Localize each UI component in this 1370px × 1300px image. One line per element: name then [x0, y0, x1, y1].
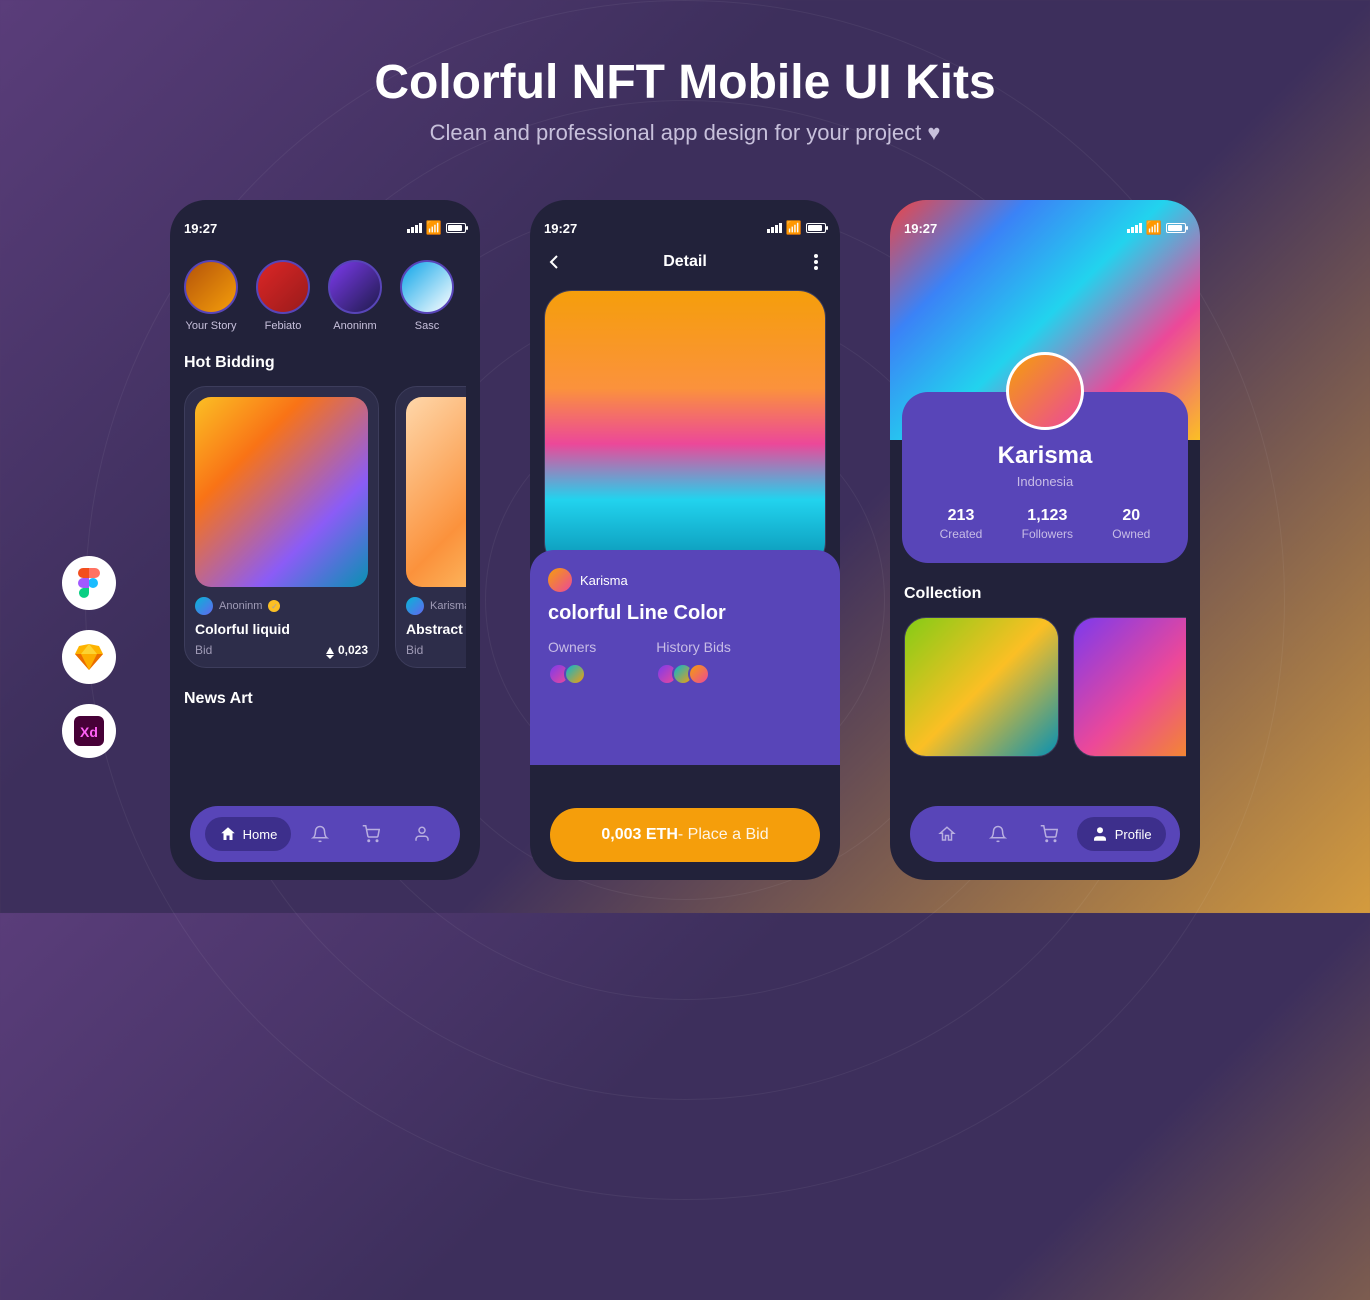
story-item[interactable]: Your Story — [184, 260, 238, 332]
nav-home[interactable]: Home — [205, 817, 292, 851]
status-time: 19:27 — [544, 221, 577, 236]
stat-label: Followers — [1022, 527, 1073, 541]
story-label: Febiato — [265, 320, 302, 332]
news-art-title: News Art — [184, 690, 466, 708]
bottom-nav: Profile — [910, 806, 1180, 862]
status-icons: 📶 — [407, 220, 466, 236]
place-bid-button[interactable]: 0,003 ETH - Place a Bid — [550, 808, 820, 862]
profile-location: Indonesia — [920, 474, 1170, 489]
stat-number: 213 — [940, 507, 983, 525]
phone-profile: 19:27 📶 Karisma Indonesia 213 Created 1,1… — [890, 200, 1200, 880]
nft-image — [195, 397, 368, 587]
nft-card[interactable]: Anoninm ✓ Colorful liquid Bid 0,023 — [184, 386, 379, 668]
avatar-icon — [406, 597, 424, 615]
sketch-icon — [62, 630, 116, 684]
story-label: Your Story — [186, 320, 237, 332]
more-button[interactable] — [806, 252, 826, 272]
nav-cart[interactable] — [1026, 817, 1072, 851]
nav-cart[interactable] — [348, 817, 394, 851]
collection-item[interactable] — [904, 617, 1059, 757]
collection-item[interactable] — [1073, 617, 1186, 757]
owners-avatars[interactable] — [548, 663, 596, 685]
phone-detail: 19:27 📶 Detail Karisma colorful Line Col… — [530, 200, 840, 880]
phone-home: 19:27 📶 Your Story Febiato Anoninm Sasc … — [170, 200, 480, 880]
hot-bidding-title: Hot Bidding — [184, 354, 466, 372]
owners-label: Owners — [548, 639, 596, 655]
battery-icon — [446, 223, 466, 233]
nav-notifications[interactable] — [975, 817, 1021, 851]
stat-followers[interactable]: 1,123 Followers — [1022, 507, 1073, 541]
battery-icon — [806, 223, 826, 233]
stat-created[interactable]: 213 Created — [940, 507, 983, 541]
stat-owned[interactable]: 20 Owned — [1112, 507, 1150, 541]
history-avatars[interactable] — [656, 663, 731, 685]
story-item[interactable]: Anoninm — [328, 260, 382, 332]
nav-notifications[interactable] — [297, 817, 343, 851]
bid-price: 0,003 ETH — [601, 826, 677, 844]
verified-icon: ✓ — [268, 600, 280, 612]
bid-value: 0,023 — [338, 643, 368, 657]
nav-label: Home — [243, 827, 278, 842]
avatar-icon — [195, 597, 213, 615]
status-icons: 📶 — [767, 220, 826, 236]
profile-name: Karisma — [920, 442, 1170, 470]
avatar-icon — [548, 568, 572, 592]
back-button[interactable] — [544, 252, 564, 272]
stat-label: Created — [940, 527, 983, 541]
xd-icon: Xd — [62, 704, 116, 758]
wifi-icon: 📶 — [786, 220, 802, 236]
status-time: 19:27 — [184, 221, 217, 236]
page-subtitle: Clean and professional app design for yo… — [0, 120, 1370, 146]
stat-number: 20 — [1112, 507, 1150, 525]
story-label: Sasc — [415, 320, 439, 332]
detail-nft-image — [544, 290, 826, 570]
nav-home[interactable] — [924, 817, 970, 851]
stat-label: Owned — [1112, 527, 1150, 541]
nav-profile[interactable]: Profile — [1077, 817, 1166, 851]
story-item[interactable]: Febiato — [256, 260, 310, 332]
bottom-nav: Home — [190, 806, 460, 862]
wifi-icon: 📶 — [426, 220, 442, 236]
page-title: Colorful NFT Mobile UI Kits — [0, 55, 1370, 110]
detail-title: Detail — [663, 253, 707, 271]
author-name: Anoninm — [219, 600, 262, 612]
figma-icon — [62, 556, 116, 610]
nft-card[interactable]: Karisma Abstract # Bid — [395, 386, 466, 668]
bid-action-label: - Place a Bid — [678, 826, 769, 844]
nav-profile[interactable] — [399, 817, 445, 851]
history-label: History Bids — [656, 639, 731, 655]
stat-number: 1,123 — [1022, 507, 1073, 525]
detail-nft-title: colorful Line Color — [548, 602, 822, 625]
nav-label: Profile — [1115, 827, 1152, 842]
eth-icon — [326, 647, 334, 654]
svg-text:Xd: Xd — [80, 724, 98, 740]
nft-title: Colorful liquid — [195, 621, 368, 637]
battery-icon — [1166, 223, 1186, 233]
author-name: Karisma — [430, 600, 466, 612]
bid-label: Bid — [195, 643, 212, 657]
bid-label: Bid — [406, 643, 423, 657]
nft-title: Abstract # — [406, 621, 466, 637]
status-icons: 📶 — [1127, 220, 1186, 236]
story-item[interactable]: Sasc — [400, 260, 454, 332]
profile-avatar[interactable] — [1006, 352, 1084, 430]
wifi-icon: 📶 — [1146, 220, 1162, 236]
collection-title: Collection — [904, 585, 1186, 603]
detail-author: Karisma — [580, 573, 628, 588]
status-time: 19:27 — [904, 221, 937, 236]
nft-image — [406, 397, 466, 587]
story-label: Anoninm — [333, 320, 376, 332]
